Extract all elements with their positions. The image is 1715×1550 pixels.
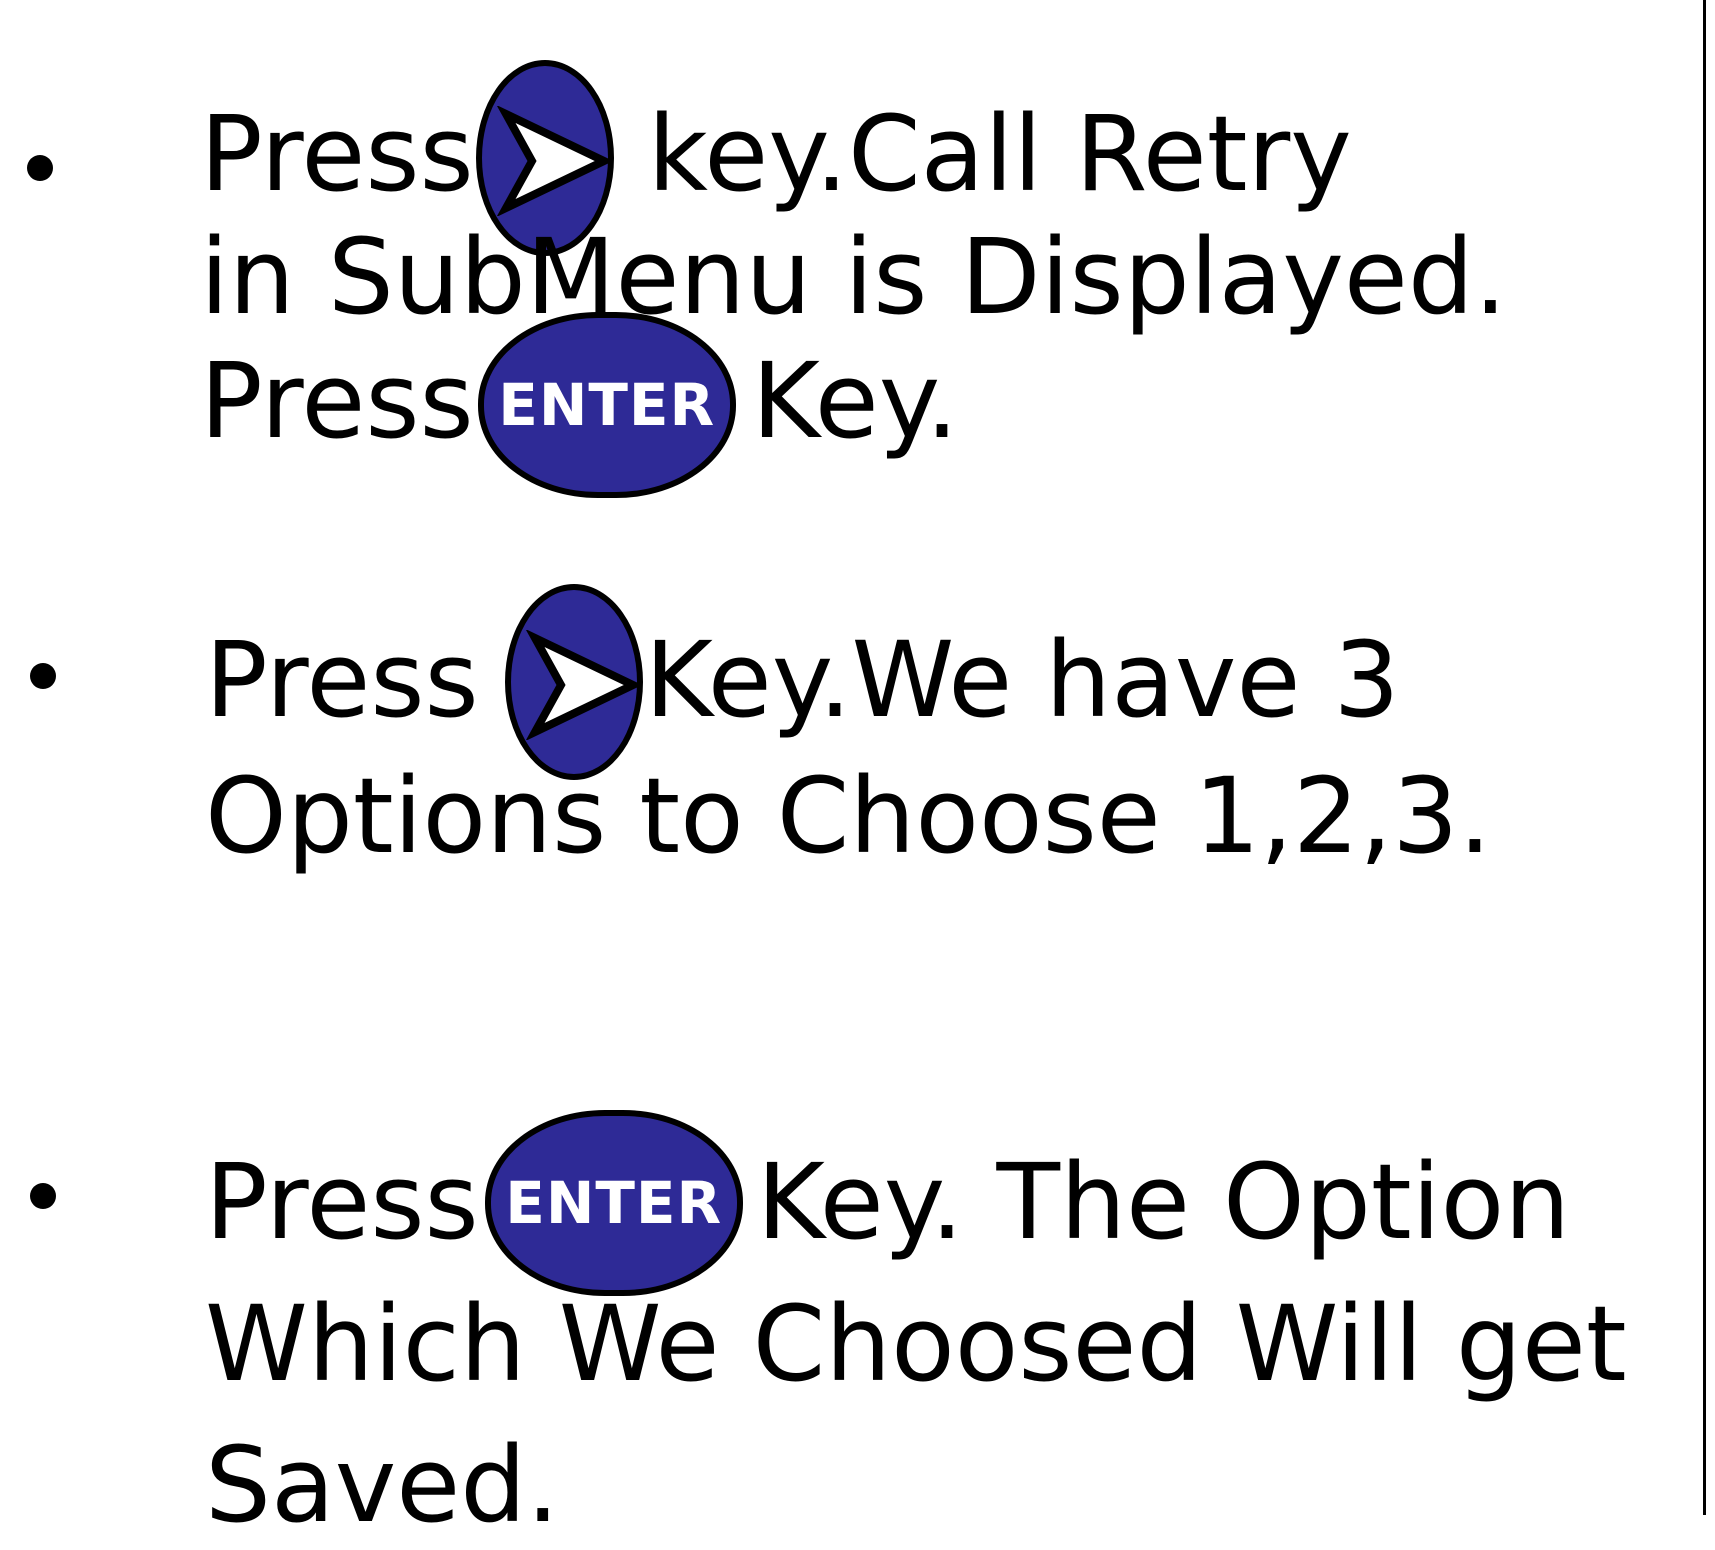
bullet-dot [30, 663, 56, 689]
step-3-line-1-rest: Key. The Option [756, 1141, 1571, 1263]
step-3-line-1: Press ENTER Key. The Option [205, 1104, 1570, 1300]
press-text: Press [205, 619, 479, 741]
step-3-line-3: Saved. [205, 1424, 560, 1546]
press-text: Press [205, 1141, 479, 1263]
enter-key-icon: ENTER [484, 1110, 743, 1296]
step-2-line-1: Press Key.We have 3 [205, 582, 1400, 780]
bullet-dot [30, 1183, 56, 1209]
step-3-line-2: Which We Choosed Will get [205, 1283, 1627, 1405]
step-1-line-3-rest: Key. [751, 340, 959, 462]
press-text: Press [200, 93, 474, 215]
page-right-border [1703, 0, 1706, 1515]
instruction-page: Press key.Call Retry in SubMenu is Displ… [0, 0, 1715, 1537]
step-2-line-2: Options to Choose 1,2,3. [205, 755, 1492, 877]
enter-key-icon: ENTER [477, 312, 736, 498]
step-2-line-1-rest: Key.We have 3 [644, 619, 1400, 741]
bullet-dot [27, 155, 53, 181]
step-1-line-3: Press ENTER Key. [200, 303, 959, 499]
press-text: Press [200, 340, 474, 462]
step-1-line-1-rest: key.Call Retry [647, 93, 1352, 215]
